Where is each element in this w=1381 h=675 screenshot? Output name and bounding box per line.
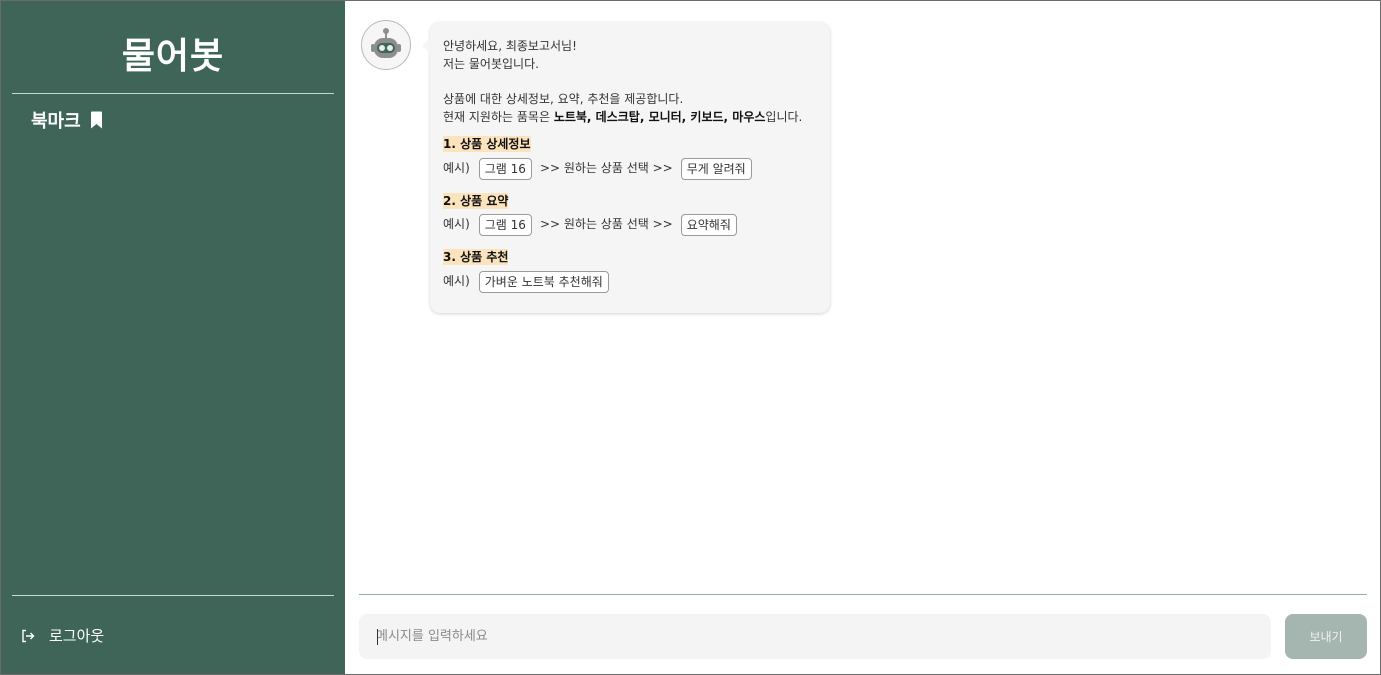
example-chip-product[interactable]: 그램 16 [478,214,532,236]
logout-icon [22,629,35,642]
example-arrow-text: >> 원하는 상품 선택 >> [539,160,673,175]
message-input[interactable] [359,614,1271,659]
bookmark-label: 북마크 [31,111,81,132]
example-chip-query[interactable]: 요약해줘 [680,214,737,236]
example-row: 예시) 그램 16 >> 원하는 상품 선택 >> 무게 알려줘 [443,157,830,181]
bookmark-link[interactable]: 북마크 [31,107,103,133]
sidebar: 물어봇 북마크 로그아웃 [1,1,345,674]
example-row: 예시) 가벼운 노트북 추천해줘 [443,270,830,294]
example-arrow-text: >> 원하는 상품 선택 >> [539,217,673,232]
intro-bot-name: 저는 물어봇입니다. [443,56,539,71]
section-recommend: 3. 상품 추천 예시) 가벼운 노트북 추천해줘 [443,237,830,294]
robot-icon [371,28,401,58]
supported-items-list: 노트북, 데스크탑, 모니터, 키보드, 마우스 [553,109,766,124]
example-chip-query[interactable]: 가벼운 노트북 추천해줘 [478,270,609,293]
service-description: 상품에 대한 상세정보, 요약, 추천을 제공합니다. [443,92,684,106]
section-title: 2. 상품 요약 [443,192,509,209]
logout-label: 로그아웃 [49,627,105,645]
example-prefix: 예시) [443,273,470,288]
text-caret [377,629,378,645]
supported-items-suffix: 입니다. [765,109,803,124]
bot-avatar [361,20,411,70]
greeting-line: 안녕하세요, 최종보고서님! [443,39,577,53]
logout-button[interactable]: 로그아웃 [21,625,104,646]
bot-message-bubble: 안녕하세요, 최종보고서님! 저는 물어봇입니다. 상품에 대한 상세정보, 요… [422,22,830,313]
brand-title: 물어봇 [121,36,225,77]
supported-items-prefix: 현재 지원하는 품목은 [443,109,554,124]
sidebar-divider-bottom [12,595,334,596]
chat-main: 안녕하세요, 최종보고서님! 저는 물어봇입니다. 상품에 대한 상세정보, 요… [346,1,1380,674]
example-prefix: 예시) [443,217,470,232]
example-row: 예시) 그램 16 >> 원하는 상품 선택 >> 요약해줘 [443,213,830,237]
send-button[interactable]: 보내기 [1285,614,1367,659]
sidebar-divider-top [12,93,334,94]
supported-items-line: 현재 지원하는 품목은 노트북, 데스크탑, 모니터, 키보드, 마우스입니다. [443,109,830,127]
example-chip-product[interactable]: 그램 16 [478,157,532,180]
bookmark-icon [90,111,102,129]
section-detail: 1. 상품 상세정보 예시) 그램 16 >> 원하는 상품 선택 >> 무게 … [443,126,830,181]
section-title: 1. 상품 상세정보 [443,136,531,152]
composer-divider [359,594,1367,595]
example-prefix: 예시) [443,160,470,175]
section-title: 3. 상품 추천 [443,249,509,265]
example-chip-query[interactable]: 무게 알려줘 [680,157,752,180]
section-summary: 2. 상품 요약 예시) 그램 16 >> 원하는 상품 선택 >> 요약해줘 [443,181,830,238]
app-window: 물어봇 북마크 로그아웃 안녕하세요, 최종보고서님! 저는 물어봇입니다. 상… [0,0,1381,675]
